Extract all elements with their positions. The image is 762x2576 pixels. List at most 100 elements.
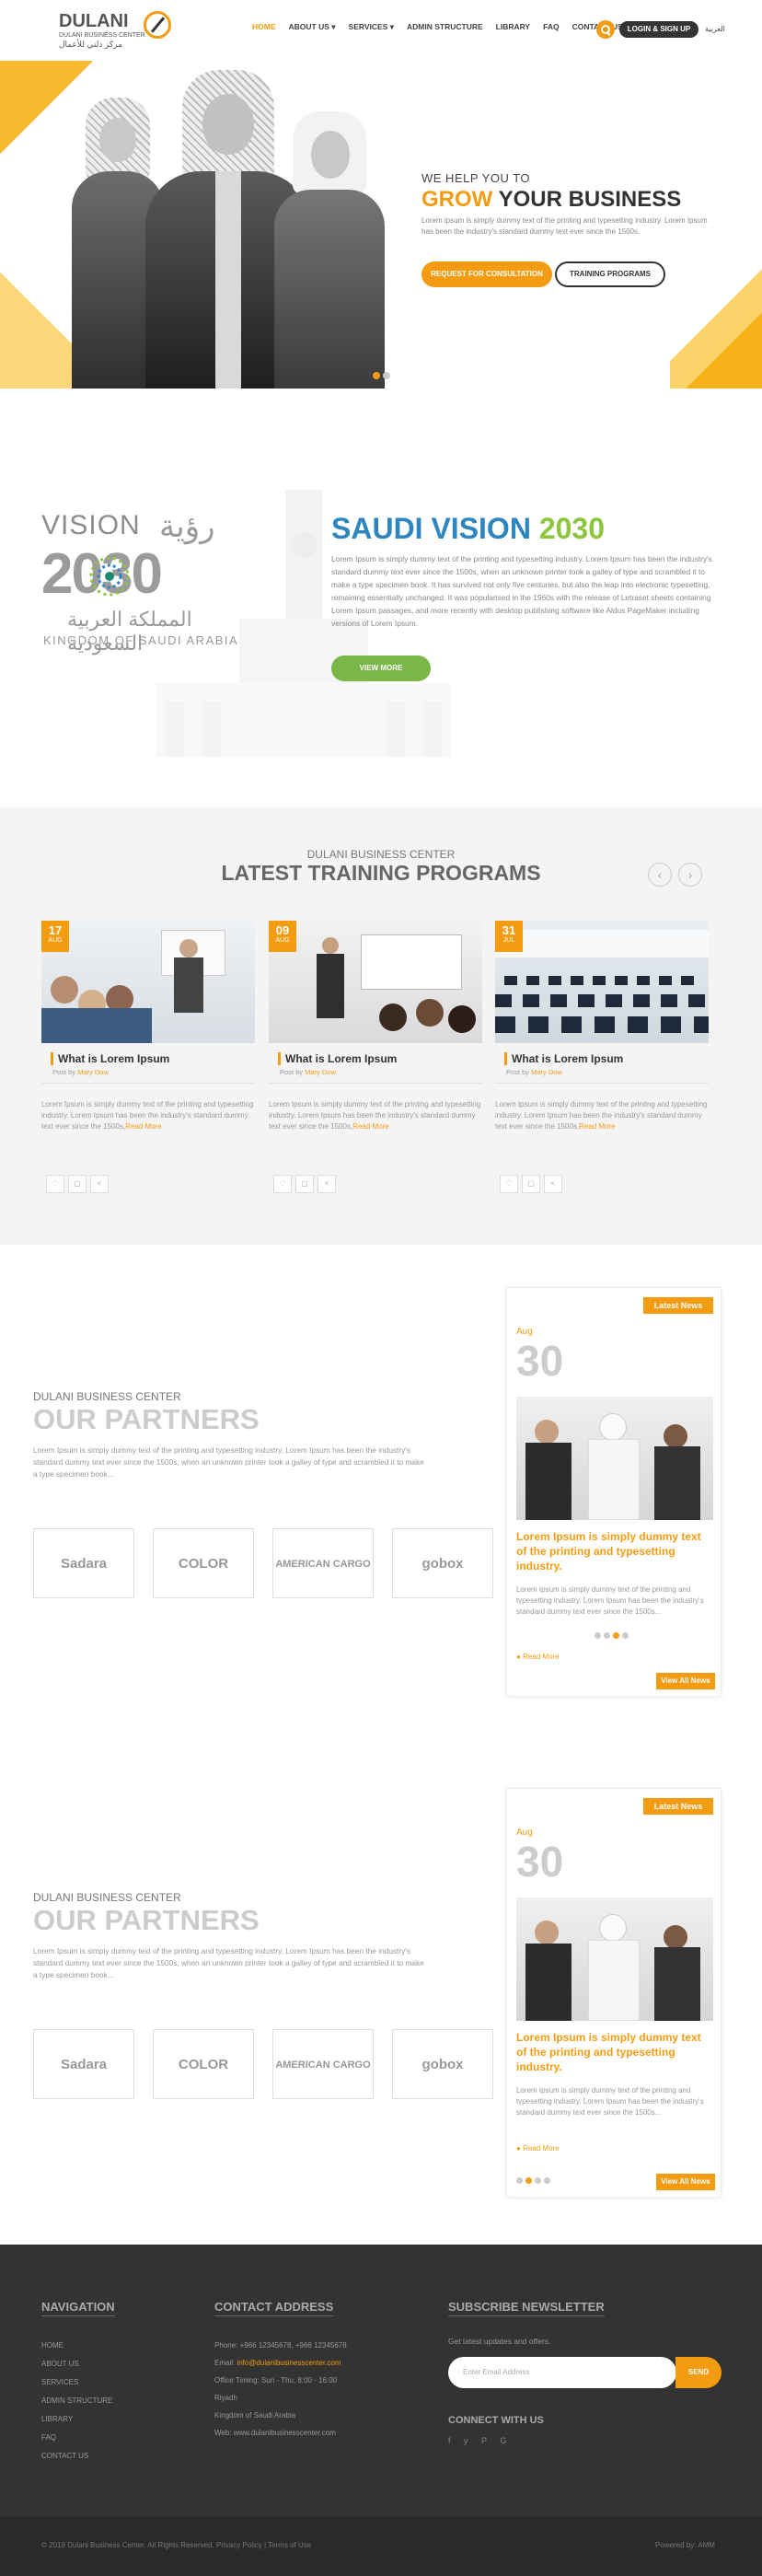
author-link[interactable]: Mary Dow xyxy=(77,1068,109,1076)
share-icon[interactable]: < xyxy=(318,1175,336,1193)
footer-nav-contact[interactable]: CONTACT US xyxy=(41,2447,112,2466)
slider-dot-1[interactable] xyxy=(373,372,380,379)
card-actions: ♡ ▢ < xyxy=(500,1175,562,1193)
site-header: DULANI DULANI BUSINESS CENTER مركز دلني … xyxy=(0,0,762,61)
training-prev-button[interactable]: ‹ xyxy=(648,863,672,887)
contact-timing: Office Timing: Sun - Thu, 8:00 - 16:00 xyxy=(214,2376,338,2385)
nav-faq[interactable]: FAQ xyxy=(543,22,559,35)
news-title[interactable]: Lorem Ipsum is simply dummy text of the … xyxy=(516,2030,713,2074)
training-card-title[interactable]: What is Lorem Ipsum xyxy=(504,1052,623,1065)
training-next-button[interactable]: › xyxy=(678,863,702,887)
comment-icon[interactable]: ▢ xyxy=(68,1175,87,1193)
read-more-link[interactable]: Read More xyxy=(579,1122,616,1131)
partner-logo-sadara[interactable]: Sadara xyxy=(33,2029,134,2099)
news-read-more-label: Read More xyxy=(523,1653,560,1661)
slider-dot-2[interactable] xyxy=(383,372,390,379)
news-dot-3[interactable] xyxy=(535,2177,541,2184)
bookmark-icon[interactable]: ♡ xyxy=(500,1175,518,1193)
news-dot-4[interactable] xyxy=(622,1632,629,1639)
news-dot-4[interactable] xyxy=(544,2177,550,2184)
footer-nav-library[interactable]: LIBRARY xyxy=(41,2410,112,2429)
news-title[interactable]: Lorem Ipsum is simply dummy text of the … xyxy=(516,1529,713,1573)
site-logo[interactable]: DULANI DULANI BUSINESS CENTER مركز دلني … xyxy=(55,9,175,52)
comment-icon[interactable]: ▢ xyxy=(295,1175,314,1193)
training-card-title[interactable]: What is Lorem Ipsum xyxy=(278,1052,397,1065)
training-card[interactable]: 17 AUG What is Lorem Ipsum Post by Mary D… xyxy=(41,921,255,1201)
bookmark-icon[interactable]: ♡ xyxy=(46,1175,64,1193)
nav-about[interactable]: ABOUT US ▾ xyxy=(289,22,336,35)
powered-by: Powered by: AMM xyxy=(655,2541,715,2549)
partner-logo-color[interactable]: COLOR xyxy=(153,2029,254,2099)
training-card-image xyxy=(41,921,255,1043)
share-icon[interactable]: < xyxy=(544,1175,562,1193)
newsletter-email-input[interactable]: Enter Email Address xyxy=(448,2357,676,2388)
training-card-title[interactable]: What is Lorem Ipsum xyxy=(51,1052,169,1065)
footer-nav-admin-structure[interactable]: ADMIN STRUCTURE xyxy=(41,2392,112,2410)
read-more-link[interactable]: Read More xyxy=(125,1122,162,1131)
bookmark-icon[interactable]: ♡ xyxy=(273,1175,292,1193)
contact-email-link[interactable]: info@dulanibusinesscenter.com xyxy=(237,2359,341,2367)
contact-web[interactable]: Web: www.dulanibusinesscenter.com xyxy=(214,2424,347,2442)
search-icon[interactable] xyxy=(596,20,615,39)
read-more-link[interactable]: Read More xyxy=(352,1122,389,1131)
contact-city: Riyadh xyxy=(214,2394,237,2402)
partners-description: Lorem Ipsum is simply dummy text of the … xyxy=(33,1445,424,1479)
footer-contact-list: Phone: +966 12345678, +966 12345678 Emai… xyxy=(214,2337,347,2442)
footer-nav-title: NAVIGATION xyxy=(41,2300,115,2316)
contact-country: Kingdom of Saudi Arabia xyxy=(214,2411,296,2419)
training-card[interactable]: 09 AUG What is Lorem Ipsum Post by Mary D… xyxy=(269,921,482,1201)
partner-logo-sadara[interactable]: Sadara xyxy=(33,1528,134,1598)
news-dot-2[interactable] xyxy=(604,1632,610,1639)
nav-admin-structure[interactable]: ADMIN STRUCTURE xyxy=(407,22,483,35)
subscribe-description: Get latest updates and offers. xyxy=(448,2337,551,2346)
partner-logo-color[interactable]: COLOR xyxy=(153,1528,254,1598)
language-switch[interactable]: العربية xyxy=(705,25,725,33)
nav-library[interactable]: LIBRARY xyxy=(496,22,530,35)
author-link[interactable]: Mary Dow xyxy=(305,1068,336,1076)
logo-name: DULANI xyxy=(59,11,129,31)
news-day: 30 xyxy=(516,1838,564,1886)
comment-icon[interactable]: ▢ xyxy=(522,1175,540,1193)
training-programs-button[interactable]: TRAINING PROGRAMS xyxy=(555,261,665,287)
news-image xyxy=(516,1397,713,1520)
partner-logo-gobox[interactable]: gobox xyxy=(392,2029,493,2099)
news-read-more[interactable]: ● Read More xyxy=(516,1653,560,1661)
vision-title-part2: 2030 xyxy=(538,512,605,545)
partners-kicker: DULANI BUSINESS CENTER xyxy=(33,1891,181,1904)
latest-news-badge: Latest News xyxy=(643,1297,713,1314)
footer-nav-services[interactable]: SERVICES xyxy=(41,2373,112,2392)
partner-logo-gobox[interactable]: gobox xyxy=(392,1528,493,1598)
news-dot-2[interactable] xyxy=(525,2177,532,2184)
login-signup-button[interactable]: LOGIN & SIGN UP xyxy=(619,21,698,38)
view-all-news-button[interactable]: View All News xyxy=(656,1673,715,1689)
newsletter-send-button[interactable]: SEND xyxy=(675,2357,722,2388)
news-dot-1[interactable] xyxy=(516,2177,523,2184)
training-card[interactable]: 31 JUL What is Lorem Ipsum Post by Mary D… xyxy=(495,921,709,1201)
nav-home[interactable]: HOME xyxy=(252,22,276,35)
partner-logo-american-cargo[interactable]: AMERICAN CARGO xyxy=(272,2029,374,2099)
footer-nav-about[interactable]: ABOUT US xyxy=(41,2355,112,2373)
divider xyxy=(269,1083,482,1084)
date-badge: 17 AUG xyxy=(41,921,69,952)
partner-logo-american-cargo[interactable]: AMERICAN CARGO xyxy=(272,1528,374,1598)
vision-logo-arabic-kingdom: المملكة العربية السعودية xyxy=(67,608,192,655)
footer-nav-faq[interactable]: FAQ xyxy=(41,2429,112,2447)
view-more-button[interactable]: VIEW MORE xyxy=(331,656,431,681)
nav-services[interactable]: SERVICES ▾ xyxy=(349,22,394,35)
social-icons[interactable]: f y P G xyxy=(448,2436,512,2445)
training-card-description: Lorem Ipsum is simply dummy text of the … xyxy=(495,1099,709,1132)
news-dot-3[interactable] xyxy=(613,1632,619,1639)
author-link[interactable]: Mary Dow xyxy=(531,1068,562,1076)
news-image xyxy=(516,1897,713,2021)
share-icon[interactable]: < xyxy=(90,1175,109,1193)
vision-logo-arabic: رؤية xyxy=(159,509,215,544)
view-all-news-button[interactable]: View All News xyxy=(656,2174,715,2190)
news-read-more[interactable]: ● Read More xyxy=(516,2144,560,2152)
vision-section: VISION رؤية 2030 المملكة العربية السعودي… xyxy=(0,389,762,807)
news-dot-1[interactable] xyxy=(595,1632,601,1639)
hero-title: GROW YOUR BUSINESS xyxy=(421,187,681,213)
training-card-image xyxy=(495,921,709,1043)
footer-nav-home[interactable]: HOME xyxy=(41,2337,112,2355)
request-consultation-button[interactable]: REQUEST FOR CONSULTATION xyxy=(421,261,552,287)
news-day: 30 xyxy=(516,1337,564,1385)
